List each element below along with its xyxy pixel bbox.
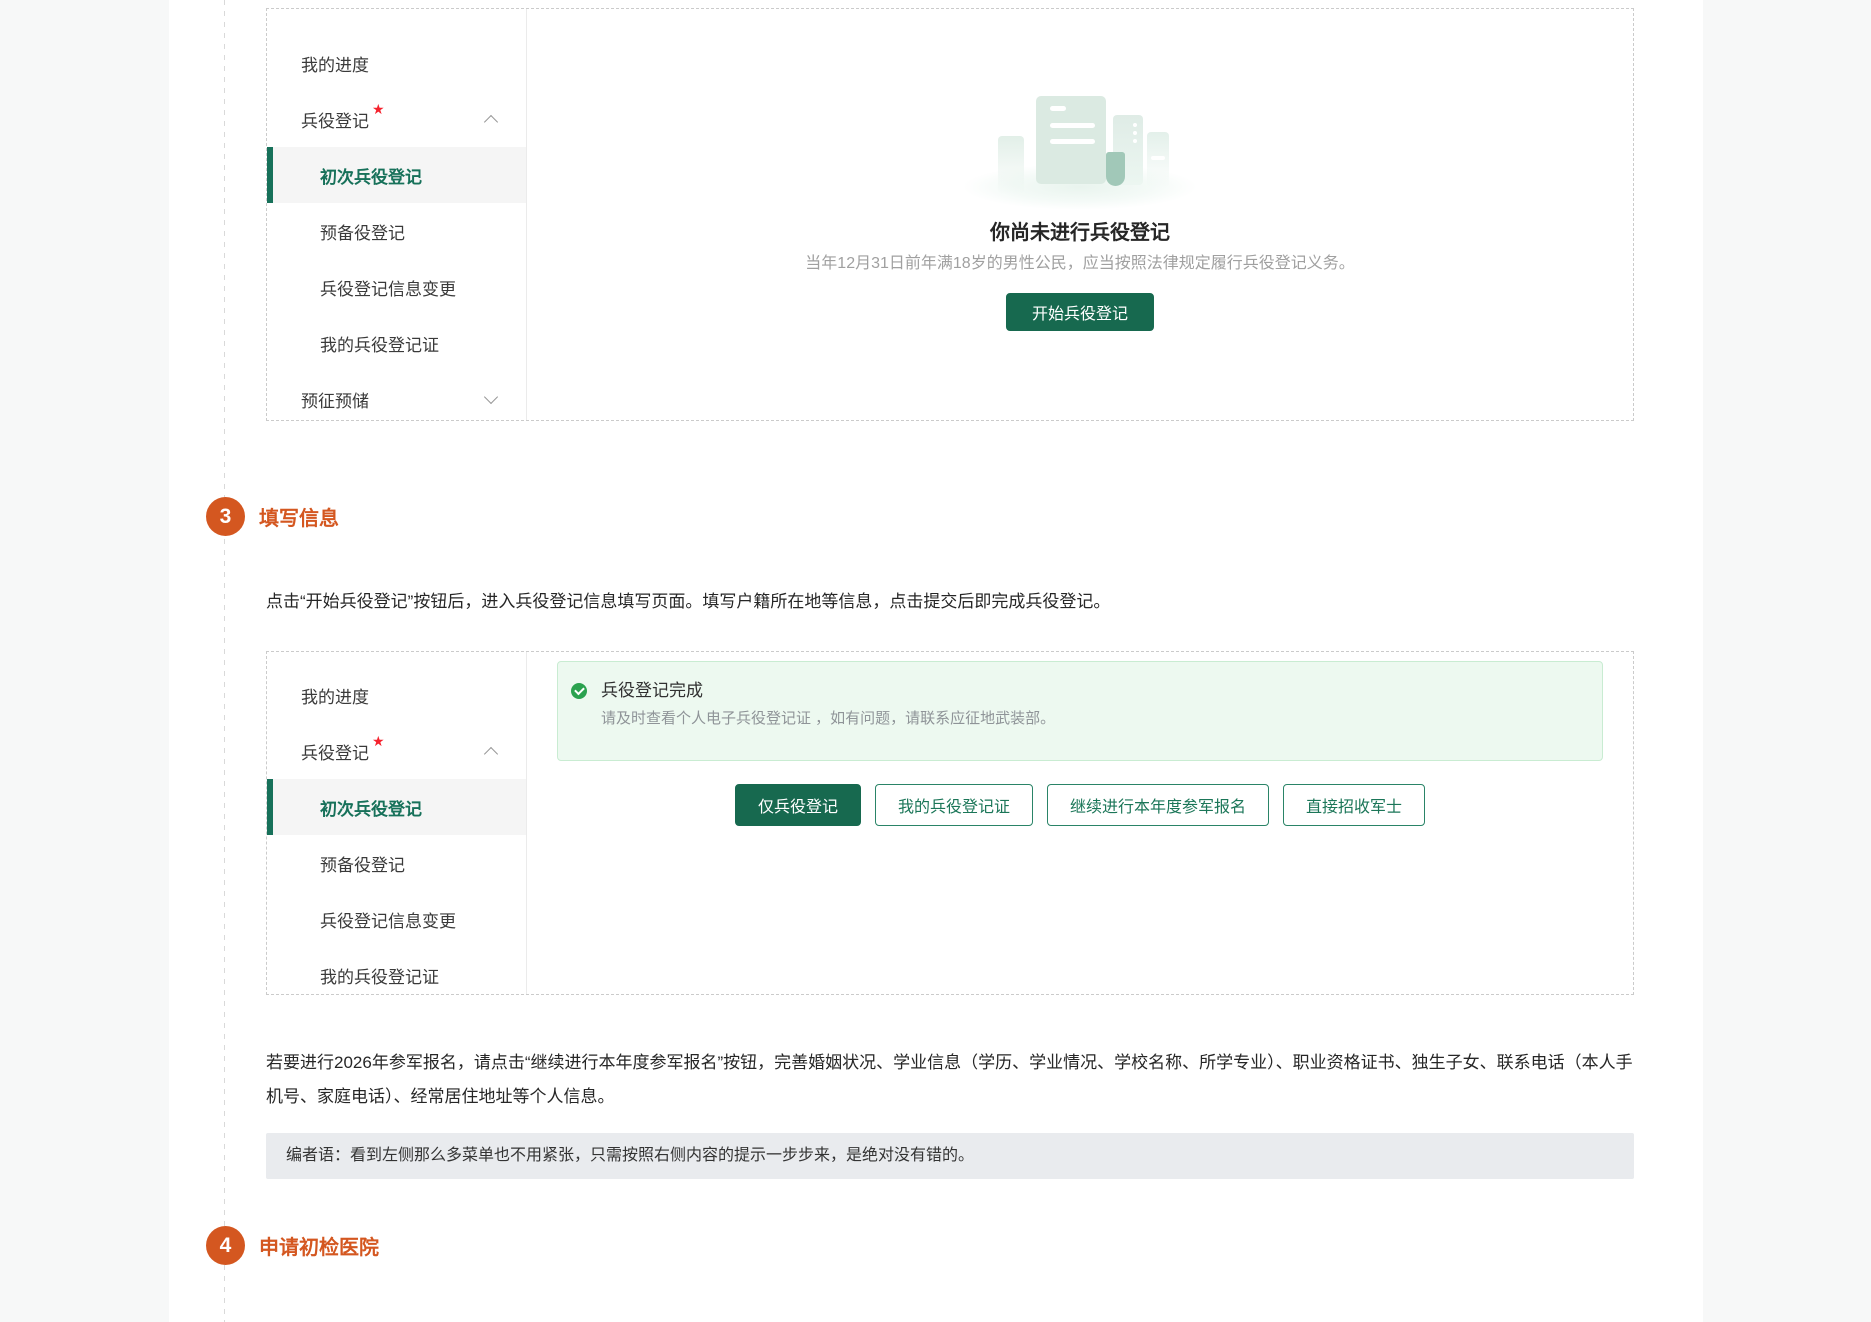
required-star-icon: ★ [372, 734, 385, 748]
sidebar-item-label: 兵役登记信息变更 [320, 275, 456, 300]
illustration-window-dot [1133, 131, 1137, 135]
sidebar-item-my-registration-cert[interactable]: 我的兵役登记证 [267, 315, 526, 371]
screenshot-content: 你尚未进行兵役登记 当年12月31日前年满18岁的男性公民，应当按照法律规定履行… [527, 9, 1633, 420]
sidebar-item-label: 我的进度 [301, 51, 369, 76]
sidebar-item-label: 兵役登记信息变更 [320, 907, 456, 932]
sidebar-item-first-registration[interactable]: 初次兵役登记 [267, 779, 526, 835]
sidebar-item-label: 初次兵役登记 [320, 795, 422, 820]
sidebar-item-label: 初次兵役登记 [320, 163, 422, 188]
success-alert-description: 请及时查看个人电子兵役登记证 ，如有问题，请联系应征地武装部。 [601, 709, 1055, 729]
step-4-number-badge: 4 [206, 1226, 245, 1265]
step-4-heading: 4 申请初检医院 [206, 1226, 379, 1265]
sidebar-item-reserve-registration[interactable]: 预备役登记 [267, 203, 526, 259]
sidebar-item-label: 预备役登记 [320, 851, 405, 876]
empty-state-illustration [955, 86, 1205, 211]
step-4-title: 申请初检医院 [259, 1231, 379, 1260]
continue-enlistment-signup-button[interactable]: 继续进行本年度参军报名 [1047, 784, 1269, 826]
screenshot-registration-empty: 我的进度 兵役登记★ 初次兵役登记 预备役登记 兵役登记信息变更 我的兵役登记证… [266, 8, 1634, 421]
start-registration-button[interactable]: 开始兵役登记 [1006, 293, 1154, 331]
illustration-building-left [998, 136, 1024, 194]
action-button-row: 仅兵役登记 我的兵役登记证 继续进行本年度参军报名 直接招收军士 [527, 784, 1633, 826]
screenshot-registration-complete: 我的进度 兵役登记★ 初次兵役登记 预备役登记 兵役登记信息变更 我的兵役登记证 [266, 651, 1634, 995]
sidebar-item-label: 预备役登记 [320, 219, 405, 244]
sidebar-item-reserve-registration[interactable]: 预备役登记 [267, 835, 526, 891]
illustration-bookmark [1106, 152, 1125, 186]
sidebar-item-label: 我的兵役登记证 [320, 963, 439, 988]
illustration-window-dot [1133, 123, 1137, 127]
my-registration-cert-button[interactable]: 我的兵役登记证 [875, 784, 1033, 826]
step-timeline-dashed-line [224, 0, 225, 1322]
success-alert-title: 兵役登记完成 [601, 679, 703, 703]
success-alert: 兵役登记完成 请及时查看个人电子兵役登记证 ，如有问题，请联系应征地武装部。 [557, 661, 1603, 761]
sidebar-item-label: 兵役登记 [301, 107, 369, 132]
sidebar-menu: 我的进度 兵役登记★ 初次兵役登记 预备役登记 兵役登记信息变更 我的兵役登记证… [267, 9, 527, 420]
illustration-building-right [1147, 132, 1169, 188]
sidebar-item-label: 我的进度 [301, 683, 369, 708]
guide-page: 我的进度 兵役登记★ 初次兵役登记 预备役登记 兵役登记信息变更 我的兵役登记证… [0, 0, 1871, 1322]
sidebar-item-registration-info-change[interactable]: 兵役登记信息变更 [267, 891, 526, 947]
instruction-paragraph-2: 若要进行2026年参军报名，请点击“继续进行本年度参军报名”按钮，完善婚姻状况、… [266, 1046, 1634, 1114]
illustration-document [1036, 96, 1106, 184]
screenshot-content: 兵役登记完成 请及时查看个人电子兵役登记证 ，如有问题，请联系应征地武装部。 仅… [527, 652, 1633, 994]
direct-nco-recruit-button[interactable]: 直接招收军士 [1283, 784, 1425, 826]
sidebar-item-first-registration[interactable]: 初次兵役登记 [267, 147, 526, 203]
empty-state-title: 你尚未进行兵役登记 [527, 221, 1633, 245]
step-3-number-badge: 3 [206, 497, 245, 536]
sidebar-item-military-registration[interactable]: 兵役登记★ [267, 91, 526, 147]
instruction-paragraph-1: 点击“开始兵役登记”按钮后，进入兵役登记信息填写页面。填写户籍所在地等信息，点击… [266, 589, 1634, 615]
required-star-icon: ★ [372, 102, 385, 116]
sidebar-item-label: 预征预储 [301, 387, 369, 412]
registration-only-button[interactable]: 仅兵役登记 [735, 784, 861, 826]
sidebar-item-registration-info-change[interactable]: 兵役登记信息变更 [267, 259, 526, 315]
chevron-up-icon [484, 114, 498, 128]
illustration-window-dash [1151, 156, 1165, 160]
step-3-heading: 3 填写信息 [206, 497, 339, 536]
sidebar-item-pre-draft[interactable]: 预征预储 [267, 371, 526, 421]
step-3-title: 填写信息 [259, 502, 339, 531]
editor-note: 编者语：看到左侧那么多菜单也不用紧张，只需按照右侧内容的提示一步步来，是绝对没有… [266, 1133, 1634, 1179]
sidebar-item-label: 我的兵役登记证 [320, 331, 439, 356]
sidebar-item-my-registration-cert[interactable]: 我的兵役登记证 [267, 947, 526, 995]
illustration-window-dot [1133, 139, 1137, 143]
sidebar-item-my-progress[interactable]: 我的进度 [267, 667, 526, 723]
left-page-gutter [0, 0, 169, 1322]
chevron-down-icon [484, 389, 498, 403]
sidebar-menu: 我的进度 兵役登记★ 初次兵役登记 预备役登记 兵役登记信息变更 我的兵役登记证 [267, 652, 527, 994]
right-page-gutter [1703, 0, 1871, 1322]
sidebar-item-label: 兵役登记 [301, 739, 369, 764]
sidebar-item-my-progress[interactable]: 我的进度 [267, 35, 526, 91]
sidebar-item-military-registration[interactable]: 兵役登记★ [267, 723, 526, 779]
chevron-up-icon [484, 746, 498, 760]
empty-state-description: 当年12月31日前年满18岁的男性公民，应当按照法律规定履行兵役登记义务。 [527, 254, 1633, 274]
success-check-icon [571, 683, 587, 699]
